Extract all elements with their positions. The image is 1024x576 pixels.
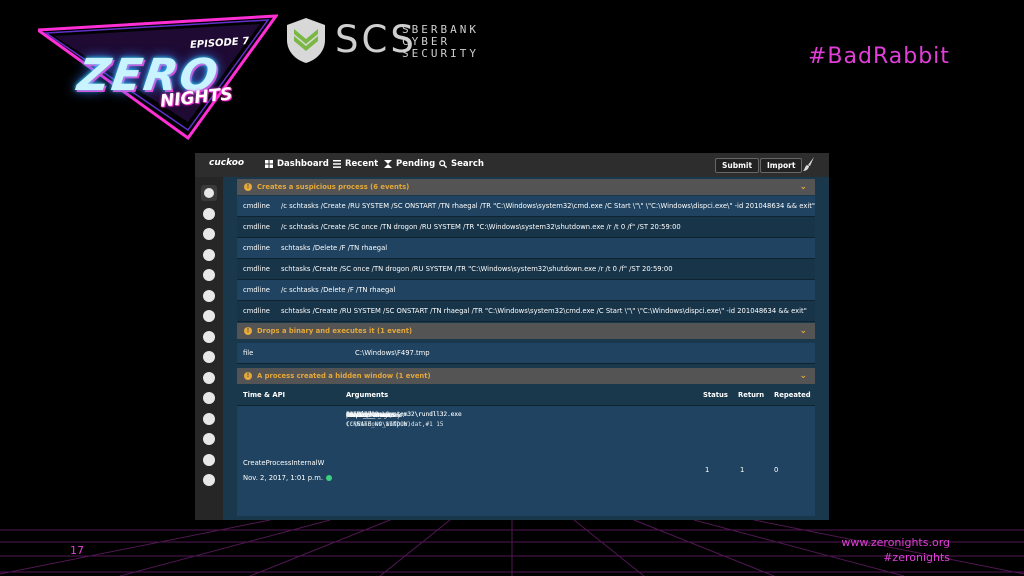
- hourglass-icon: [384, 160, 392, 168]
- nav-label: Dashboard: [277, 159, 329, 169]
- column-header: Time & API: [243, 391, 286, 399]
- nav-dashboard[interactable]: Dashboard: [265, 159, 329, 169]
- api-time: Nov. 2, 2017, 1:01 p.m.: [243, 474, 333, 482]
- api-name: CreateProcessInternalW: [243, 459, 325, 467]
- nav-label: Search: [451, 159, 484, 169]
- column-header: Return: [738, 391, 765, 399]
- row-value: C:\Windows\F497.tmp: [355, 349, 430, 357]
- signature-title: A process created a hidden window (1 eve…: [257, 372, 431, 380]
- signature-row: cmdline/c schtasks /Create /RU SYSTEM /S…: [237, 196, 815, 217]
- site-url[interactable]: www.zeronights.org: [841, 535, 950, 550]
- top-navbar: cuckoo Dashboard Recent Pending Search S…: [195, 153, 829, 177]
- row-key: cmdline: [243, 307, 270, 315]
- signature-row: cmdline schtasks /Delete /F /TN rhaegal: [237, 238, 815, 259]
- sidebar-dropped-icon[interactable]: [203, 331, 215, 343]
- signature-header[interactable]: ! Creates a suspicious process (6 events…: [237, 179, 815, 195]
- nav-pending[interactable]: Pending: [384, 159, 435, 169]
- submit-button[interactable]: Submit: [715, 158, 760, 173]
- row-key: cmdline: [243, 202, 270, 210]
- signature-title: Drops a binary and executes it (1 event): [257, 327, 413, 335]
- sidebar-code-icon[interactable]: [203, 249, 215, 261]
- signature-row: cmdline/c schtasks /Create /SC once /TN …: [237, 217, 815, 238]
- row-key: cmdline: [243, 223, 270, 231]
- sidebar-shuffle-icon[interactable]: [203, 372, 215, 384]
- import-button[interactable]: Import: [760, 158, 803, 173]
- list-icon: [333, 160, 341, 168]
- sidebar-static-icon[interactable]: [203, 208, 215, 220]
- signature-row: cmdline schtasks /Create /SC once /TN dro…: [237, 259, 815, 280]
- status-value: 1: [705, 466, 710, 474]
- signature-header[interactable]: ! Drops a binary and executes it (1 even…: [237, 323, 815, 339]
- chevron-down-icon: ⌄: [799, 371, 807, 381]
- warning-icon: !: [244, 372, 252, 380]
- api-time-text: Nov. 2, 2017, 1:01 p.m.: [243, 474, 324, 482]
- row-key: cmdline: [243, 265, 270, 273]
- scs-name: SBERBANK CYBER SECURITY: [402, 24, 479, 60]
- nav-recent[interactable]: Recent: [333, 159, 378, 169]
- row-value: schtasks /Delete /F /TN rhaegal: [281, 244, 388, 252]
- hashtag: #BadRabbit: [808, 44, 950, 69]
- signature-row: cmdline schtasks /Create /RU SYSTEM /SC O…: [237, 301, 815, 322]
- nav-search[interactable]: Search: [439, 159, 484, 169]
- nav-label: Pending: [396, 159, 436, 169]
- warning-icon: !: [244, 327, 252, 335]
- sidebar-settings-icon[interactable]: [203, 433, 215, 445]
- row-value: schtasks /Create /RU SYSTEM /SC ONSTART …: [281, 307, 807, 315]
- sidebar: [195, 177, 223, 520]
- sidebar-summary-icon[interactable]: [201, 185, 217, 201]
- cuckoo-screenshot: cuckoo Dashboard Recent Pending Search S…: [195, 153, 829, 520]
- chevron-down-icon: ⌄: [799, 182, 807, 192]
- status-ok-icon: [326, 475, 333, 481]
- search-icon: [439, 160, 447, 168]
- scs-name-line: SECURITY: [402, 47, 479, 60]
- chevron-down-icon: ⌄: [799, 326, 807, 336]
- sidebar-trash-icon[interactable]: [203, 474, 215, 486]
- sidebar-buffers-icon[interactable]: [203, 351, 215, 363]
- sidebar-home-icon[interactable]: [203, 454, 215, 466]
- signature-row: file C:\Windows\F497.tmp: [237, 343, 815, 364]
- cuckoo-logo[interactable]: cuckoo: [209, 158, 244, 168]
- row-key: cmdline: [243, 286, 270, 294]
- footer-links: www.zeronights.org #zeronights: [841, 535, 950, 565]
- sidebar-behavior-icon[interactable]: [203, 269, 215, 281]
- sidebar-image-icon[interactable]: [203, 310, 215, 322]
- sidebar-power-icon[interactable]: [203, 413, 215, 425]
- row-value: /c schtasks /Create /RU SYSTEM /SC ONSTA…: [281, 202, 816, 210]
- row-value: schtasks /Create /SC once /TN drogon /RU…: [281, 265, 673, 273]
- dashboard-icon: [265, 160, 273, 168]
- row-key: cmdline: [243, 244, 270, 252]
- return-value: 1: [740, 466, 745, 474]
- repeated-value: 0: [774, 466, 779, 474]
- nav-label: Recent: [345, 159, 379, 169]
- column-header: Repeated: [774, 391, 811, 399]
- warning-icon: !: [244, 183, 252, 191]
- column-header: Status: [703, 391, 728, 399]
- sidebar-download-icon[interactable]: [203, 392, 215, 404]
- signature-title: Creates a suspicious process (6 events): [257, 183, 410, 191]
- scs-shield-icon: [287, 18, 325, 63]
- row-key: file: [243, 349, 254, 357]
- page-number: 17: [70, 544, 84, 557]
- site-tag: #zeronights: [883, 551, 950, 564]
- column-header: Arguments: [346, 391, 389, 399]
- row-value: /c schtasks /Create /SC once /TN drogon …: [281, 223, 681, 231]
- sidebar-network-icon[interactable]: [203, 290, 215, 302]
- signature-header[interactable]: ! A process created a hidden window (1 e…: [237, 368, 815, 384]
- brush-icon[interactable]: [803, 157, 815, 171]
- table-row: CreateProcessInternalW Nov. 2, 2017, 1:0…: [237, 406, 815, 516]
- api-table-header: Time & API Arguments Status Return Repea…: [237, 385, 815, 406]
- signature-row: cmdline/c schtasks /Delete /F /TN rhaega…: [237, 280, 815, 301]
- row-value: /c schtasks /Delete /F /TN rhaegal: [281, 286, 396, 294]
- sidebar-edit-icon[interactable]: [203, 228, 215, 240]
